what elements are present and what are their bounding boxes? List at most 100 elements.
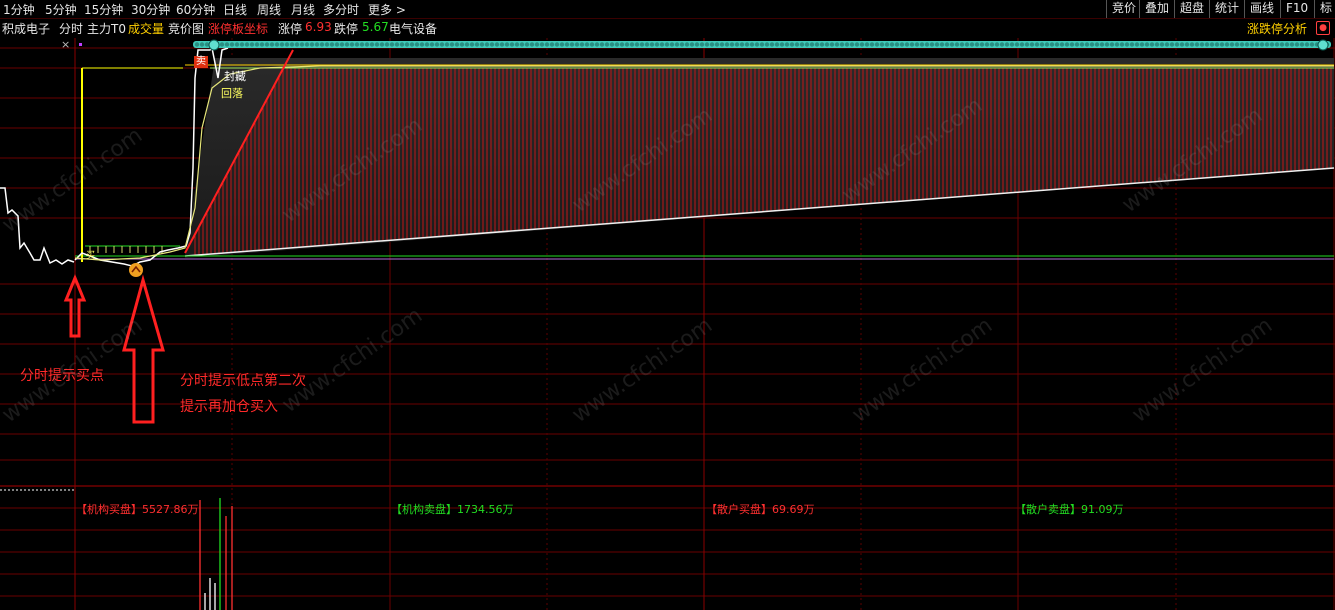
- chain-dot: [359, 42, 365, 47]
- period-5min[interactable]: 5分钟: [45, 1, 77, 18]
- chain-dot: [329, 42, 335, 47]
- chain-dot: [749, 42, 755, 47]
- chain-dot: [849, 42, 855, 47]
- close-icon[interactable]: ×: [61, 38, 70, 51]
- auction-button[interactable]: 竞价: [1106, 0, 1141, 18]
- chain-dot: [294, 42, 300, 47]
- tab-volume[interactable]: 成交量: [128, 20, 164, 37]
- f10-button[interactable]: F10: [1280, 0, 1313, 18]
- limit-analysis-button[interactable]: 涨跌停分析: [1247, 20, 1307, 37]
- chain-dot: [1189, 42, 1195, 47]
- statistics-button[interactable]: 统计: [1209, 0, 1244, 18]
- chain-dot: [884, 42, 890, 47]
- chain-dot: [924, 42, 930, 47]
- chain-dot: [964, 42, 970, 47]
- chain-dot: [1294, 42, 1300, 47]
- chain-dot: [1059, 42, 1065, 47]
- chain-dot: [619, 42, 625, 47]
- chain-dot: [894, 42, 900, 47]
- chain-dot: [409, 42, 415, 47]
- chain-dot: [729, 42, 735, 47]
- chain-dot: [219, 42, 225, 47]
- period-toolbar: 1分钟 5分钟 15分钟 30分钟 60分钟 日线 周线 月线 多分时 更多 >…: [0, 0, 1335, 19]
- period-month[interactable]: 月线: [291, 1, 315, 18]
- chain-dot: [794, 42, 800, 47]
- chain-dot: [1009, 42, 1015, 47]
- chain-dot: [429, 42, 435, 47]
- chain-dot: [759, 42, 765, 47]
- chain-dot: [274, 42, 280, 47]
- chain-dot: [469, 42, 475, 47]
- chain-dot: [244, 42, 250, 47]
- down-limit-label: 跌停: [334, 22, 359, 36]
- sector-name[interactable]: 电气设备: [389, 20, 437, 37]
- intraday-chart: × 卖 封藏 回落 买 分时提示买点 分时提示低点第二次 提示再加仓买入 【机构…: [0, 38, 1335, 610]
- volume-bars: [199, 498, 233, 610]
- chain-dot: [224, 42, 230, 47]
- chain-dot: [854, 42, 860, 47]
- period-1min[interactable]: 1分钟: [3, 1, 35, 18]
- chain-dot: [734, 42, 740, 47]
- super-board-button[interactable]: 超盘: [1174, 0, 1209, 18]
- period-multi-intraday[interactable]: 多分时: [323, 1, 359, 18]
- chain-dot: [1159, 42, 1165, 47]
- chain-dot: [1274, 42, 1280, 47]
- record-icon[interactable]: ●: [1316, 21, 1330, 35]
- period-30min[interactable]: 30分钟: [131, 1, 170, 18]
- draw-line-button[interactable]: 画线: [1244, 0, 1279, 18]
- chain-endpoint: [1317, 39, 1329, 51]
- chain-dot: [544, 42, 550, 47]
- chain-dot: [629, 42, 635, 47]
- chain-dot: [539, 42, 545, 47]
- chain-dot: [414, 42, 420, 47]
- chain-dot: [1254, 42, 1260, 47]
- chain-dot: [1154, 42, 1160, 47]
- tab-auction-chart[interactable]: 竞价图: [168, 20, 204, 37]
- period-60min[interactable]: 60分钟: [176, 1, 215, 18]
- period-15min[interactable]: 15分钟: [84, 1, 123, 18]
- chain-dot: [419, 42, 425, 47]
- chain-dot: [1169, 42, 1175, 47]
- chain-dot: [1089, 42, 1095, 47]
- chain-dot: [934, 42, 940, 47]
- tag-button[interactable]: 标: [1314, 0, 1335, 18]
- limit-board-indicator[interactable]: 涨停板坐标: [208, 20, 268, 37]
- chain-dot: [804, 42, 810, 47]
- chain-dot: [929, 42, 935, 47]
- chain-dot: [1199, 42, 1205, 47]
- period-day[interactable]: 日线: [223, 1, 247, 18]
- chain-dot: [659, 42, 665, 47]
- chain-dot: [464, 42, 470, 47]
- overlay-button[interactable]: 叠加: [1139, 0, 1174, 18]
- chain-dot: [599, 42, 605, 47]
- tab-intraday[interactable]: 分时: [59, 20, 83, 37]
- chain-dot: [984, 42, 990, 47]
- chain-dot: [1144, 42, 1150, 47]
- chain-dot: [974, 42, 980, 47]
- chain-dot: [999, 42, 1005, 47]
- chain-dot: [299, 42, 305, 47]
- up-limit-label: 涨停: [278, 22, 303, 36]
- chain-dot: [1029, 42, 1035, 47]
- tab-main-force-t0[interactable]: 主力T0: [87, 20, 126, 37]
- period-more-menu[interactable]: 更多 >: [368, 1, 406, 18]
- chain-dot: [604, 42, 610, 47]
- chain-dot: [199, 42, 205, 47]
- chain-dot: [699, 42, 705, 47]
- retail-buy: 【散户买盘】69.69万: [706, 501, 815, 517]
- institution-sell-value: 1734.56万: [457, 503, 514, 516]
- chain-dot: [499, 42, 505, 47]
- chain-dot: [379, 42, 385, 47]
- chain-dot: [374, 42, 380, 47]
- chain-dot: [334, 42, 340, 47]
- chain-dot: [1084, 42, 1090, 47]
- chain-dot: [1284, 42, 1290, 47]
- chain-dot: [349, 42, 355, 47]
- chain-dot: [754, 42, 760, 47]
- chain-dot: [644, 42, 650, 47]
- chain-dot: [1249, 42, 1255, 47]
- chain-dot: [1064, 42, 1070, 47]
- period-week[interactable]: 周线: [257, 1, 281, 18]
- chain-dot: [1219, 42, 1225, 47]
- chain-dot: [919, 42, 925, 47]
